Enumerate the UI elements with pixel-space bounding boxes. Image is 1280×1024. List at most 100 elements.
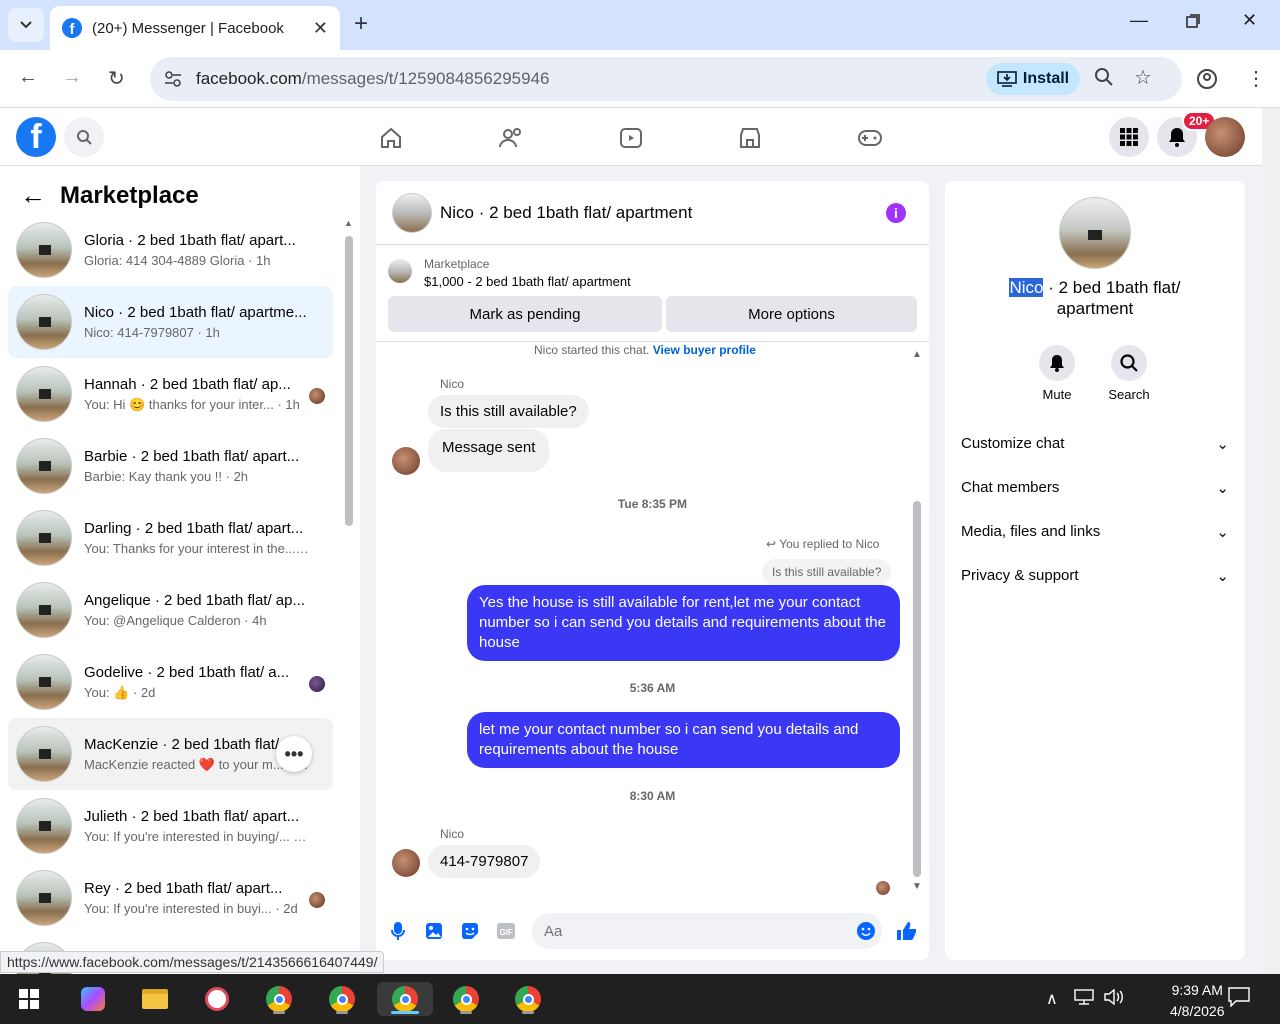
facebook-search-button[interactable] bbox=[64, 117, 104, 157]
chat-details-panel: Nico · 2 bed 1bath flat/ apartment Mute … bbox=[945, 181, 1245, 960]
chat-item[interactable]: Gloria · 2 bed 1bath flat/ apart... Glori… bbox=[8, 214, 333, 286]
panel-title: Marketplace bbox=[60, 181, 199, 209]
chrome-icon[interactable] bbox=[511, 982, 545, 1016]
media-files-links-section[interactable]: Media, files and links ⌄ bbox=[961, 523, 1229, 541]
search-in-chat-button[interactable]: Search bbox=[1099, 345, 1159, 402]
sender-avatar[interactable] bbox=[392, 447, 420, 475]
listing-title[interactable]: $1,000 - 2 bed 1bath flat/ apartment bbox=[424, 274, 631, 289]
chat-item[interactable]: Barbie · 2 bed 1bath flat/ apart... Barbi… bbox=[8, 430, 333, 502]
chrome-icon[interactable] bbox=[325, 982, 359, 1016]
view-buyer-profile-link[interactable]: View buyer profile bbox=[653, 343, 756, 357]
browser-menu-icon[interactable]: ⋮ bbox=[1246, 66, 1266, 91]
menu-grid-button[interactable] bbox=[1109, 117, 1149, 157]
chrome-icon[interactable] bbox=[449, 982, 483, 1016]
more-options-button[interactable]: ••• bbox=[276, 736, 312, 772]
maximize-button[interactable] bbox=[1186, 12, 1200, 33]
address-bar[interactable]: facebook.com/messages/t/1259084856295946… bbox=[150, 57, 1182, 101]
account-avatar[interactable] bbox=[1205, 117, 1245, 157]
friends-icon[interactable] bbox=[498, 125, 524, 151]
chat-item[interactable]: Julieth · 2 bed 1bath flat/ apart... You:… bbox=[8, 790, 333, 862]
outgoing-message[interactable]: let me your contact number so i can send… bbox=[467, 712, 900, 768]
photo-icon[interactable] bbox=[424, 921, 444, 941]
chat-item[interactable]: Nico · 2 bed 1bath flat/ apartme... Nico:… bbox=[8, 286, 333, 358]
incoming-message[interactable]: Is this still available? bbox=[428, 395, 589, 428]
home-icon[interactable] bbox=[378, 125, 404, 151]
reply-icon: ↩ bbox=[766, 537, 777, 551]
close-tab-icon[interactable]: ✕ bbox=[313, 18, 328, 39]
zoom-icon[interactable] bbox=[1094, 67, 1114, 93]
chat-list-scrollbar[interactable] bbox=[345, 236, 353, 526]
chat-item[interactable]: Hannah · 2 bed 1bath flat/ ap... You: Hi … bbox=[8, 358, 333, 430]
chat-item[interactable]: Angelique · 2 bed 1bath flat/ ap... You: … bbox=[8, 574, 333, 646]
profile-icon[interactable] bbox=[1196, 68, 1218, 96]
gaming-icon[interactable] bbox=[857, 125, 883, 151]
snipping-tool-icon[interactable] bbox=[200, 982, 234, 1016]
volume-icon[interactable] bbox=[1104, 988, 1124, 1010]
marketplace-header: ← Marketplace bbox=[20, 180, 199, 211]
incoming-message[interactable]: Message sent bbox=[428, 429, 550, 472]
facebook-logo-icon[interactable]: f bbox=[16, 117, 56, 157]
back-button[interactable]: ← bbox=[18, 66, 38, 89]
outgoing-message[interactable]: Yes the house is still available for ren… bbox=[467, 585, 900, 661]
listing-thumbnail bbox=[16, 294, 72, 350]
microphone-icon[interactable] bbox=[388, 921, 408, 941]
mark-pending-button[interactable]: Mark as pending bbox=[388, 296, 662, 332]
chevron-down-icon: ⌄ bbox=[1216, 524, 1229, 541]
privacy-support-section[interactable]: Privacy & support ⌄ bbox=[961, 567, 1229, 585]
chrome-icon[interactable] bbox=[377, 982, 433, 1016]
tab-search-button[interactable] bbox=[8, 8, 44, 42]
reload-button[interactable]: ↻ bbox=[108, 66, 125, 91]
minimize-button[interactable]: — bbox=[1130, 10, 1148, 31]
gif-icon[interactable]: GIF bbox=[496, 921, 516, 941]
grid-icon bbox=[1120, 128, 1138, 146]
back-arrow-icon[interactable]: ← bbox=[20, 180, 46, 211]
like-thumb-icon[interactable] bbox=[896, 921, 916, 941]
conversation-avatar[interactable] bbox=[392, 192, 432, 233]
marketplace-icon[interactable] bbox=[737, 125, 763, 151]
system-clock[interactable]: 9:39 AM 4/8/2026 bbox=[1170, 980, 1225, 1022]
chat-item[interactable]: Godelive · 2 bed 1bath flat/ a... You: 👍 … bbox=[8, 646, 333, 718]
chat-members-section[interactable]: Chat members ⌄ bbox=[961, 479, 1229, 497]
more-options-button[interactable]: More options bbox=[666, 296, 917, 332]
incoming-message[interactable]: 414-7979807 bbox=[428, 845, 541, 878]
mute-button[interactable]: Mute bbox=[1027, 345, 1087, 402]
sender-avatar[interactable] bbox=[392, 849, 420, 877]
facebook-header: f 20+ bbox=[0, 108, 1262, 166]
emoji-icon[interactable] bbox=[856, 921, 876, 941]
chat-item[interactable]: Darling · 2 bed 1bath flat/ apart... You:… bbox=[8, 502, 333, 574]
windows-logo-icon bbox=[19, 989, 39, 1009]
scroll-down-arrow-icon[interactable]: ▼ bbox=[912, 881, 922, 892]
chat-item[interactable]: Rey · 2 bed 1bath flat/ apart... You: If … bbox=[8, 862, 333, 934]
scroll-up-arrow-icon[interactable]: ▲ bbox=[912, 349, 922, 360]
copilot-icon[interactable] bbox=[76, 982, 110, 1016]
quoted-message[interactable]: Is this still available? bbox=[762, 559, 892, 585]
bookmark-star-icon[interactable]: ☆ bbox=[1134, 65, 1152, 90]
chat-item[interactable]: MacKenzie · 2 bed 1bath flat/MacKenzie r… bbox=[8, 718, 333, 790]
chevron-up-icon[interactable]: ∧ bbox=[1046, 989, 1058, 1009]
new-tab-button[interactable]: + bbox=[354, 10, 368, 38]
browser-tab[interactable]: f (20+) Messenger | Facebook ✕ bbox=[50, 6, 340, 50]
info-icon[interactable]: i bbox=[886, 203, 906, 223]
chat-preview: Gloria: 414 304-4889 Gloria · 1h bbox=[84, 253, 271, 268]
close-window-button[interactable]: ✕ bbox=[1242, 10, 1257, 31]
customize-chat-section[interactable]: Customize chat ⌄ bbox=[961, 435, 1229, 453]
video-icon[interactable] bbox=[618, 125, 644, 151]
notification-center-icon[interactable] bbox=[1228, 987, 1250, 1012]
conversation-title[interactable]: Nico · 2 bed 1bath flat/ apartment bbox=[440, 203, 692, 223]
details-avatar[interactable] bbox=[1059, 197, 1131, 269]
timestamp: 5:36 AM bbox=[629, 681, 676, 695]
file-explorer-icon[interactable] bbox=[138, 982, 172, 1016]
scroll-up-arrow-icon[interactable]: ▲ bbox=[344, 218, 353, 228]
network-icon[interactable] bbox=[1074, 989, 1094, 1010]
sticker-icon[interactable] bbox=[460, 921, 480, 941]
page-scrollbar[interactable] bbox=[1262, 108, 1280, 974]
thread-scrollbar[interactable] bbox=[913, 501, 921, 877]
chrome-icon[interactable] bbox=[262, 982, 296, 1016]
site-settings-icon[interactable] bbox=[162, 68, 184, 90]
start-button[interactable] bbox=[12, 982, 46, 1016]
message-input[interactable] bbox=[532, 913, 882, 949]
listing-thumbnail bbox=[16, 870, 72, 926]
listing-thumbnail[interactable] bbox=[388, 259, 412, 283]
forward-button[interactable]: → bbox=[62, 66, 82, 89]
install-app-button[interactable]: Install bbox=[986, 63, 1080, 95]
